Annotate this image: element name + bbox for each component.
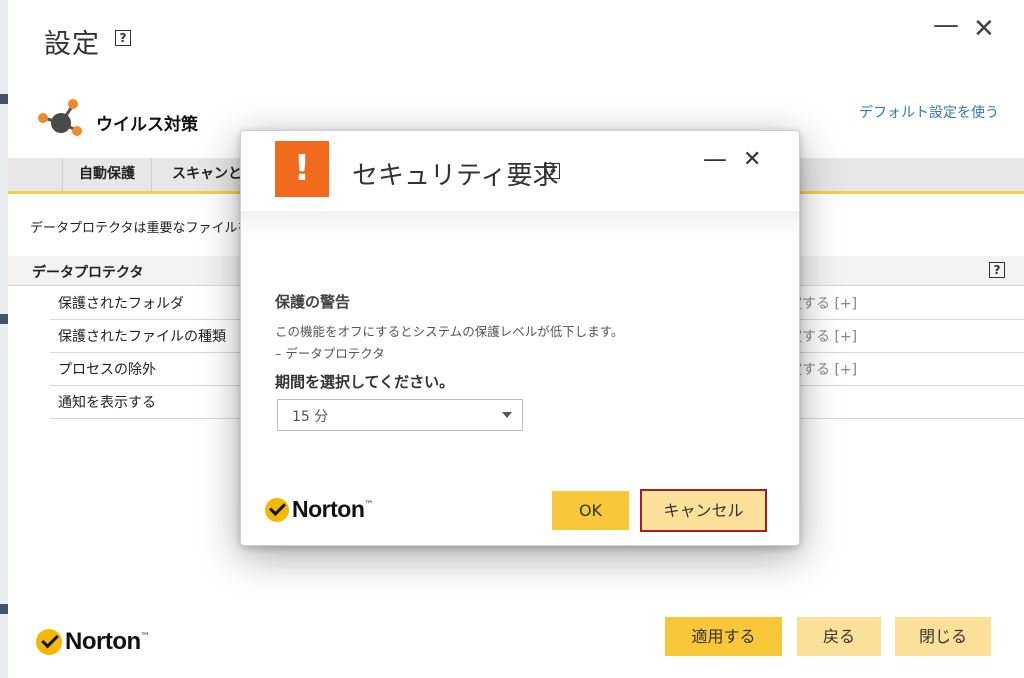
minimize-icon[interactable]: — — [703, 145, 727, 173]
tab-auto-protect[interactable]: 自動保護 — [62, 158, 152, 191]
norton-logo: Norton ™ — [36, 628, 150, 656]
background-window-mark — [0, 94, 8, 104]
period-label: 期間を選択してください。 — [275, 373, 455, 391]
data-protector-description: データプロテクタは重要なファイルを設 — [30, 221, 264, 236]
background-window-mark — [0, 314, 8, 324]
warning-message: この機能をオフにするとシステムの保護レベルが低下します。 — [275, 324, 624, 339]
warning-icon: ! — [275, 141, 329, 197]
norton-logo-text: Norton — [65, 628, 141, 655]
minimize-icon[interactable]: — — [933, 10, 959, 40]
norton-logo: Norton ™ — [265, 496, 373, 523]
norton-check-icon — [265, 497, 289, 522]
warning-title: 保護の警告 — [275, 293, 351, 311]
row-label: 保護されたフォルダ — [58, 296, 184, 312]
apply-button[interactable]: 適用する — [665, 617, 782, 656]
period-selected-value: 15 分 — [292, 409, 329, 425]
close-icon[interactable]: ✕ — [973, 14, 995, 44]
norton-check-icon — [36, 629, 62, 655]
ok-button[interactable]: OK — [552, 491, 629, 530]
chevron-down-icon — [502, 412, 512, 418]
warning-source: – データプロテクタ — [275, 346, 385, 361]
close-button[interactable]: 閉じる — [895, 617, 991, 656]
row-label: 保護されたファイルの種類 — [58, 329, 226, 345]
norton-logo-text: Norton — [292, 496, 365, 522]
row-label: プロセスの除外 — [58, 362, 156, 378]
section-title: ウイルス対策 — [96, 115, 198, 135]
security-request-dialog: ! セキュリティ要求 ? — ✕ 保護の警告 この機能をオフにするとシステムの保… — [240, 130, 800, 546]
help-icon[interactable]: ? — [544, 163, 560, 179]
dialog-title: セキュリティ要求 — [352, 161, 559, 191]
cancel-button[interactable]: キャンセル — [640, 489, 767, 532]
help-icon[interactable]: ? — [115, 30, 131, 46]
help-icon[interactable]: ? — [989, 262, 1005, 278]
use-default-settings-link[interactable]: デフォルト設定を使う — [859, 102, 999, 122]
back-button[interactable]: 戻る — [797, 617, 881, 656]
background-window-mark — [0, 604, 8, 614]
header-divider — [241, 211, 799, 241]
trademark: ™ — [140, 632, 150, 642]
close-icon[interactable]: ✕ — [743, 147, 761, 172]
page-title: 設定 — [44, 29, 100, 60]
virus-protection-icon — [38, 99, 82, 136]
background-window-edge — [0, 0, 8, 678]
period-select[interactable]: 15 分 — [277, 399, 523, 431]
trademark: ™ — [364, 499, 374, 510]
group-title: データプロテクタ — [32, 265, 144, 281]
row-label: 通知を表示する — [58, 395, 156, 411]
